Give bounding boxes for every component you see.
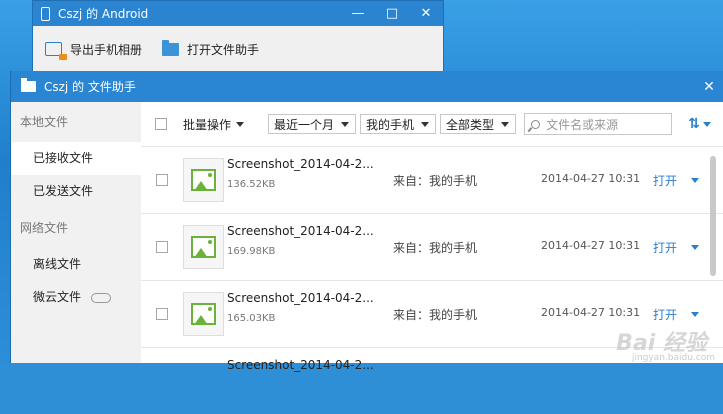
image-file-icon <box>191 169 216 191</box>
open-file-assistant-label: 打开文件助手 <box>187 42 260 57</box>
chevron-down-icon <box>501 121 510 127</box>
chevron-down-icon[interactable] <box>691 312 700 317</box>
file-name: Screenshot_2014-04-2... <box>227 157 374 171</box>
open-label: 打开 <box>653 308 678 322</box>
sidebar: 本地文件 已接收文件 已发送文件 网络文件 离线文件 微云文件 <box>11 102 141 363</box>
sort-icon: ⇅ <box>688 116 700 132</box>
image-file-icon <box>191 236 216 258</box>
file-date: 2014-04-27 10:31 <box>541 306 641 319</box>
search-input[interactable]: 文件名或来源 <box>524 113 673 135</box>
file-name: Screenshot_2014-04-2... <box>227 291 374 305</box>
sidebar-item-sent[interactable]: 已发送文件 <box>11 175 141 208</box>
row-checkbox[interactable] <box>156 308 168 320</box>
batch-operation-menu[interactable]: 批量操作 <box>183 116 245 133</box>
android-device-window: Cszj 的 Android — □ ✕ 导出手机相册 打开文件助手 <box>32 0 444 72</box>
open-button[interactable]: 打开 <box>653 239 700 256</box>
file-thumbnail <box>183 225 224 269</box>
minimize-button[interactable]: — <box>341 1 375 26</box>
cloud-icon <box>91 292 112 303</box>
sidebar-item-label: 已发送文件 <box>33 184 94 198</box>
chevron-down-icon <box>341 121 350 127</box>
sidebar-item-weiyun[interactable]: 微云文件 <box>11 281 141 314</box>
type-filter-dropdown[interactable]: 全部类型 <box>440 114 517 134</box>
batch-operation-label: 批量操作 <box>183 117 232 132</box>
image-file-icon <box>191 303 216 325</box>
file-thumbnail <box>183 158 224 202</box>
type-filter-value: 全部类型 <box>446 117 495 132</box>
file-size: 169.98KB <box>227 246 276 257</box>
android-window-titlebar: Cszj 的 Android — □ ✕ <box>33 1 443 26</box>
file-row[interactable]: Screenshot_2014-04-2... 169.98KB 来自：我的手机… <box>141 213 723 280</box>
open-button[interactable]: 打开 <box>653 172 700 189</box>
open-label: 打开 <box>653 241 678 255</box>
search-placeholder: 文件名或来源 <box>546 117 619 132</box>
sidebar-item-label: 离线文件 <box>33 257 82 271</box>
file-row[interactable]: Screenshot_2014-04-2... 136.52KB 来自：我的手机… <box>141 146 723 213</box>
file-name: Screenshot_2014-04-2... <box>227 358 374 372</box>
device-filter-value: 我的手机 <box>366 117 415 132</box>
time-filter-value: 最近一个月 <box>274 117 335 132</box>
sidebar-item-label: 已接收文件 <box>33 151 94 165</box>
phone-icon <box>41 6 50 21</box>
sidebar-item-offline[interactable]: 离线文件 <box>11 248 141 281</box>
file-size: 165.03KB <box>227 313 276 324</box>
row-checkbox[interactable] <box>156 174 168 186</box>
file-source: 来自：我的手机 <box>393 308 478 322</box>
file-assistant-title: Cszj 的 文件助手 <box>44 80 136 94</box>
select-all-checkbox[interactable] <box>155 118 167 130</box>
watermark-url: jingyan.baidu.com <box>631 353 715 363</box>
row-checkbox[interactable] <box>156 241 168 253</box>
filter-toolbar: 批量操作 最近一个月 我的手机 全部类型 文件名或来源 ⇅ <box>141 102 723 146</box>
android-window-title: Cszj 的 Android <box>58 7 149 21</box>
file-thumbnail <box>183 292 224 336</box>
export-album-label: 导出手机相册 <box>70 42 143 57</box>
sidebar-item-received[interactable]: 已接收文件 <box>11 142 141 175</box>
open-button[interactable]: 打开 <box>653 306 700 323</box>
export-album-button[interactable]: 导出手机相册 <box>45 41 143 60</box>
sidebar-section-local: 本地文件 <box>20 115 69 129</box>
chevron-down-icon <box>421 121 430 127</box>
sidebar-item-label: 微云文件 <box>33 290 82 304</box>
open-file-assistant-button[interactable]: 打开文件助手 <box>162 39 260 58</box>
sort-button[interactable]: ⇅ <box>688 116 711 132</box>
file-date: 2014-04-27 10:31 <box>541 172 641 185</box>
folder-icon <box>21 78 36 92</box>
chevron-down-icon <box>703 121 711 127</box>
folder-icon <box>162 39 180 56</box>
time-filter-dropdown[interactable]: 最近一个月 <box>268 114 357 134</box>
file-size: 136.52KB <box>227 179 276 190</box>
file-list-panel: 批量操作 最近一个月 我的手机 全部类型 文件名或来源 ⇅ Screenshot… <box>141 102 723 372</box>
close-button[interactable]: ✕ <box>695 79 723 95</box>
close-button[interactable]: ✕ <box>409 1 443 26</box>
scrollbar[interactable] <box>710 156 716 276</box>
maximize-button[interactable]: □ <box>375 1 409 26</box>
chevron-down-icon[interactable] <box>691 178 700 183</box>
device-filter-dropdown[interactable]: 我的手机 <box>360 114 437 134</box>
file-assistant-titlebar: Cszj 的 文件助手 ✕ <box>11 71 723 102</box>
android-window-toolbar: 导出手机相册 打开文件助手 <box>33 26 443 72</box>
sidebar-section-network: 网络文件 <box>20 221 69 235</box>
file-assistant-window: Cszj 的 文件助手 ✕ 本地文件 已接收文件 已发送文件 网络文件 离线文件… <box>10 71 723 372</box>
file-date: 2014-04-27 10:31 <box>541 239 641 252</box>
window-controls: — □ ✕ <box>341 1 443 26</box>
search-icon <box>531 119 541 129</box>
chevron-down-icon[interactable] <box>691 245 700 250</box>
open-label: 打开 <box>653 174 678 188</box>
photo-export-icon <box>45 42 67 60</box>
file-name: Screenshot_2014-04-2... <box>227 224 374 238</box>
chevron-down-icon <box>236 121 245 127</box>
file-source: 来自：我的手机 <box>393 241 478 255</box>
file-source: 来自：我的手机 <box>393 174 478 188</box>
